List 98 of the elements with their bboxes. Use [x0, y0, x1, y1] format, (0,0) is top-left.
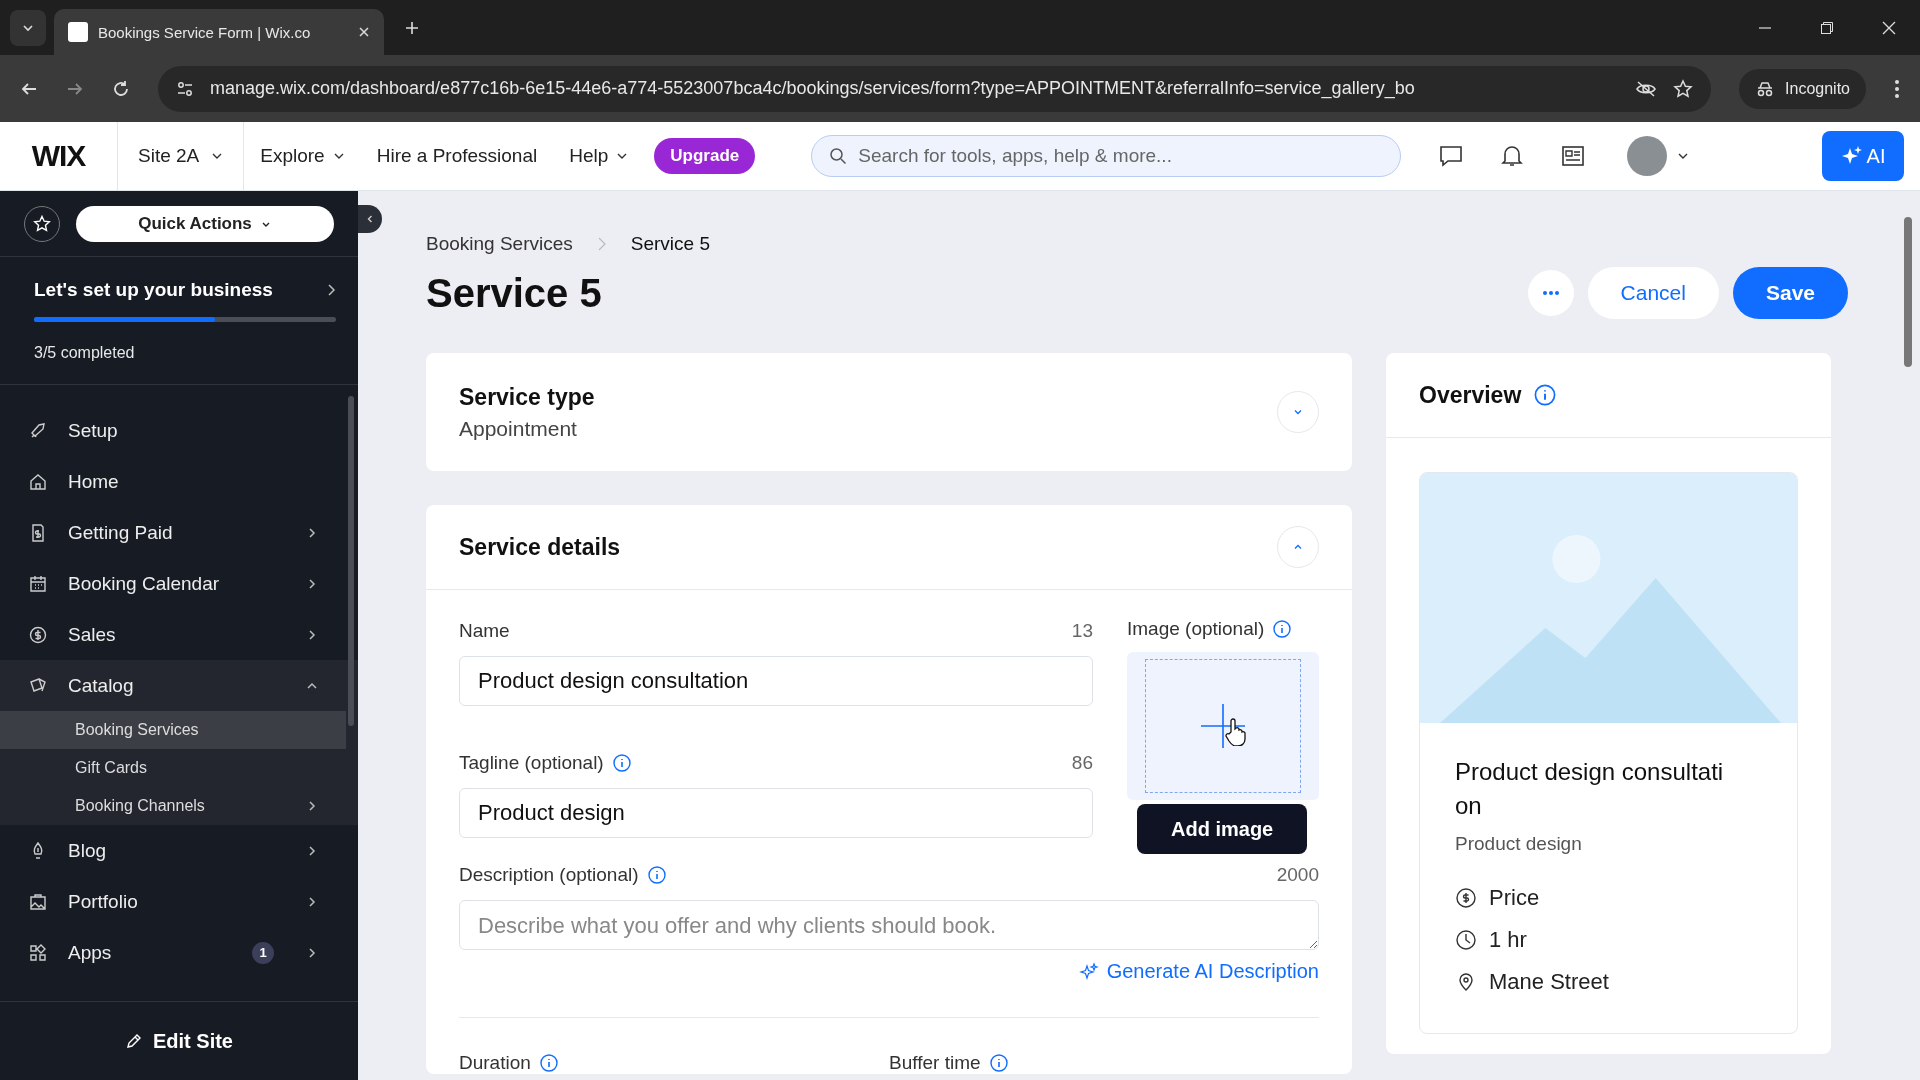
chevron-icon	[596, 236, 607, 252]
chevron-icon	[326, 283, 336, 297]
address-bar[interactable]: manage.wix.com/dashboard/e877c16b-6e15-44e6-a774-5523007bca4c/bookings/services/form?type=APPOINTMENT&referralInfo=service_gallery_bo	[158, 65, 1712, 112]
more-icon[interactable]	[1894, 78, 1900, 99]
field-label: Name	[459, 620, 510, 642]
avatar[interactable]	[1627, 136, 1668, 176]
progress-text: 3/5 completed	[34, 344, 136, 362]
dollar-icon	[28, 624, 48, 645]
sidebar-item[interactable]: Apps 1	[0, 927, 358, 978]
service-detail: Mane Street	[1489, 969, 1609, 995]
info-icon[interactable]	[538, 1053, 559, 1073]
hand-cursor-icon	[1225, 718, 1247, 746]
field-label: Image (optional)	[1127, 618, 1265, 640]
ai-button[interactable]: AI	[1822, 131, 1904, 181]
nav-menu-item[interactable]: Help	[553, 145, 645, 167]
sidebar-item[interactable]: Portfolio	[0, 876, 358, 927]
count-badge: 1	[252, 941, 274, 964]
bell-icon[interactable]	[1501, 144, 1524, 168]
chevron-icon	[1293, 407, 1303, 417]
site-settings-icon[interactable]	[176, 79, 194, 98]
sidebar-item[interactable]: Sales	[0, 609, 358, 660]
field-label: Buffer time	[889, 1052, 981, 1074]
nav-menu-item[interactable]: Explore	[244, 145, 361, 167]
breadcrumb-link[interactable]: Booking Services	[426, 233, 573, 255]
breadcrumb-current: Service 5	[630, 233, 710, 255]
site-icon	[68, 22, 88, 42]
plus-icon	[1201, 704, 1245, 748]
site-selector[interactable]: Site 2A	[117, 122, 245, 190]
star-icon[interactable]	[1673, 78, 1694, 99]
info-icon[interactable]	[646, 865, 667, 885]
info-icon[interactable]	[1272, 619, 1293, 639]
field-label: Duration	[459, 1052, 531, 1074]
tooltip: Add image	[1137, 804, 1308, 854]
apps-icon	[28, 942, 48, 963]
tagline-input[interactable]: Product design	[459, 788, 1093, 838]
card-title: Service details	[459, 533, 621, 561]
character-counter: 86	[1071, 752, 1093, 774]
sidebar-subitem[interactable]: Booking Channels	[0, 787, 358, 825]
picture-frame-icon	[28, 891, 48, 912]
sidebar-subitem[interactable]: Gift Cards	[0, 749, 358, 787]
news-icon[interactable]	[1561, 145, 1586, 167]
search-icon	[829, 147, 848, 165]
more-icon	[1541, 290, 1560, 296]
clock-icon	[1455, 929, 1477, 951]
save-button[interactable]: Save	[1732, 267, 1848, 319]
close-icon[interactable]	[1882, 20, 1896, 35]
card-title: Service type	[459, 383, 595, 411]
field-label: Description (optional)	[459, 864, 639, 886]
character-counter: 13	[1071, 620, 1093, 642]
chevron-icon	[1293, 542, 1303, 552]
edit-site-button[interactable]: Edit Site	[119, 1028, 239, 1054]
sparkle-icon	[1078, 961, 1099, 982]
description-input[interactable]: Describe what you offer and why clients should book.	[459, 900, 1319, 950]
browser-tab[interactable]: Bookings Service Form | Wix.co	[54, 9, 384, 55]
info-icon[interactable]	[1533, 383, 1558, 407]
nav-menu-item[interactable]: Hire a Professional	[360, 145, 554, 167]
chat-icon[interactable]	[1439, 145, 1464, 167]
character-counter: 2000	[1276, 864, 1319, 886]
sidebar-item[interactable]: Setup	[0, 405, 358, 456]
dollar-icon	[1455, 887, 1477, 909]
sidebar-item[interactable]: Catalog	[0, 660, 358, 711]
scrollbar[interactable]	[348, 396, 354, 726]
collapse-sidebar-button[interactable]	[358, 205, 382, 233]
sidebar-item[interactable]: Getting Paid	[0, 507, 358, 558]
generate-ai-description-link[interactable]: Generate AI Description	[1078, 960, 1319, 983]
sidebar-item[interactable]: Blog	[0, 825, 358, 876]
home-icon	[28, 471, 48, 492]
search-field[interactable]: Search for tools, apps, help & more...	[811, 135, 1402, 177]
star-icon	[32, 213, 52, 234]
card-title: Overview	[1419, 381, 1522, 409]
service-name: Product design consultation	[1455, 757, 1725, 821]
service-detail: 1 hr	[1489, 927, 1527, 953]
service-tagline: Product design	[1455, 833, 1583, 855]
info-icon[interactable]	[611, 753, 632, 773]
setup-guide-link[interactable]: Let's set up your business	[34, 279, 336, 301]
sidebar-item[interactable]: Home	[0, 456, 358, 507]
upgrade-button[interactable]: Upgrade	[654, 138, 756, 174]
wix-logo[interactable]: WIX	[0, 139, 117, 173]
new-tab-icon[interactable]	[404, 19, 420, 36]
field-label: Tagline (optional)	[459, 752, 604, 774]
incognito-button[interactable]: Incognito	[1739, 68, 1866, 109]
cancel-button[interactable]: Cancel	[1587, 267, 1719, 319]
scrollbar[interactable]	[1904, 217, 1912, 367]
eye-off-icon[interactable]	[1635, 79, 1658, 98]
reload-icon[interactable]	[112, 79, 130, 98]
chevron-icon	[365, 214, 375, 224]
calendar-icon	[28, 573, 48, 594]
info-icon[interactable]	[988, 1053, 1009, 1073]
restore-icon[interactable]	[1820, 20, 1834, 35]
page-title: Service 5	[426, 270, 602, 316]
service-type-value: Appointment	[459, 416, 578, 441]
sidebar-item[interactable]: Booking Calendar	[0, 558, 358, 609]
service-detail: Price	[1489, 885, 1540, 911]
sidebar-subitem[interactable]: Booking Services	[0, 711, 346, 749]
close-icon[interactable]	[358, 26, 370, 38]
name-input[interactable]: Product design consultation	[459, 656, 1093, 706]
pencil-icon	[125, 1032, 143, 1050]
quick-actions-button[interactable]: Quick Actions	[76, 205, 334, 242]
